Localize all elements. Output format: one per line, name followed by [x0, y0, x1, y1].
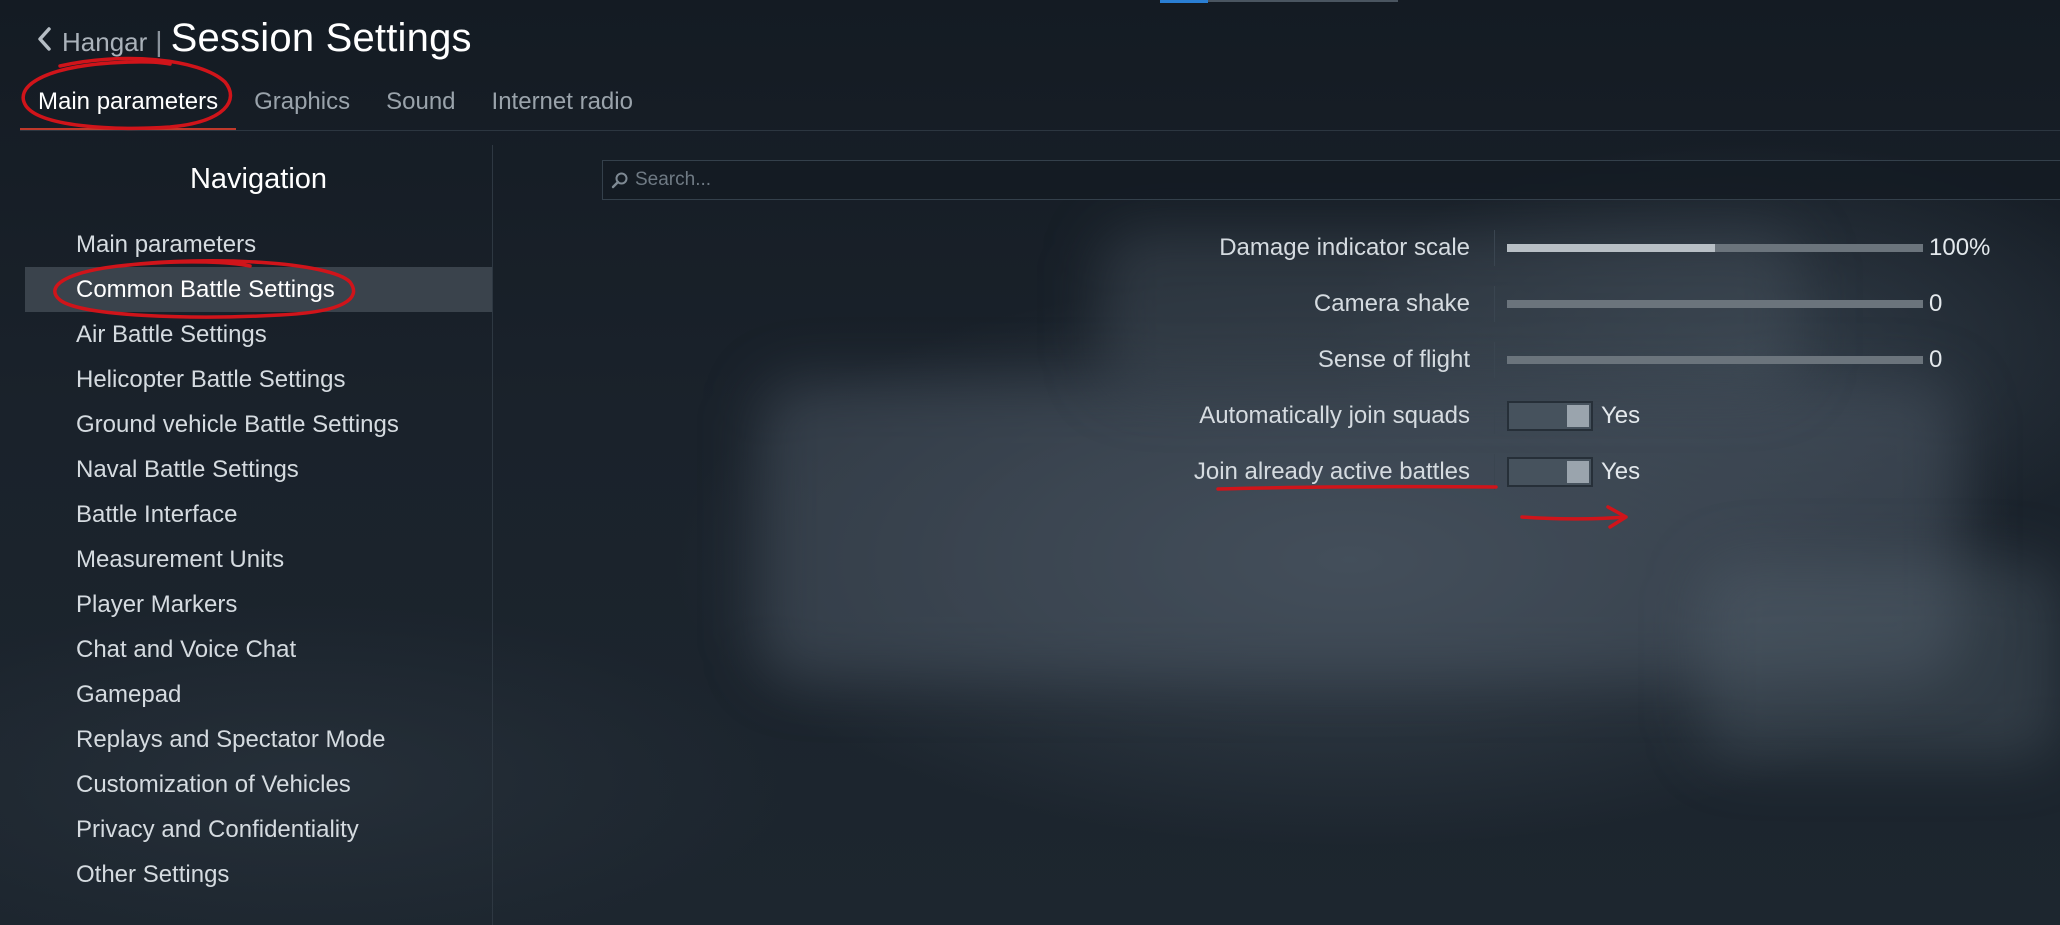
- setting-label: Damage indicator scale: [1219, 234, 1470, 261]
- header: Hangar | Session Settings: [34, 16, 472, 61]
- nav-item-customization-of-vehicles[interactable]: Customization of Vehicles: [25, 762, 492, 807]
- row-divider: [1494, 398, 1495, 434]
- row-divider: [1494, 230, 1495, 266]
- setting-row-camera-shake: Camera shake 0: [1000, 276, 2060, 332]
- nav-item-naval-battle-settings[interactable]: Naval Battle Settings: [25, 447, 492, 492]
- toggle-knob: [1567, 405, 1589, 427]
- nav-item-gamepad[interactable]: Gamepad: [25, 672, 492, 717]
- nav-item-ground-vehicle-battle-settings[interactable]: Ground vehicle Battle Settings: [25, 402, 492, 447]
- nav-item-battle-interface[interactable]: Battle Interface: [25, 492, 492, 537]
- header-separator: |: [155, 26, 163, 57]
- page-title: Session Settings: [170, 16, 472, 60]
- search-input[interactable]: [635, 169, 2035, 191]
- navigation-list: Main parameters Common Battle Settings A…: [25, 222, 492, 897]
- tab-sound[interactable]: Sound: [368, 80, 473, 129]
- setting-row-damage-indicator-scale: Damage indicator scale 100%: [1000, 220, 2060, 276]
- setting-label: Sense of flight: [1317, 346, 1470, 373]
- chevron-left-icon[interactable]: [34, 25, 56, 53]
- nav-item-common-battle-settings[interactable]: Common Battle Settings: [25, 267, 492, 312]
- tab-main-parameters[interactable]: Main parameters: [20, 80, 237, 130]
- annotation-arrow-to-toggle: [1520, 505, 1628, 529]
- settings-list: Damage indicator scale 100% Camera shake…: [1000, 220, 2060, 500]
- session-settings-screen: Hangar | Session Settings Main parameter…: [0, 0, 2060, 925]
- search-icon: [611, 172, 628, 189]
- setting-row-join-already-active-battles: Join already active battles Yes: [1000, 444, 2060, 500]
- top-progress-accent: [1160, 0, 1208, 3]
- automatically-join-squads-toggle[interactable]: [1507, 401, 1593, 431]
- nav-item-air-battle-settings[interactable]: Air Battle Settings: [25, 312, 492, 357]
- nav-item-main-parameters[interactable]: Main parameters: [25, 222, 492, 267]
- setting-row-automatically-join-squads: Automatically join squads Yes: [1000, 388, 2060, 444]
- damage-indicator-scale-slider[interactable]: [1507, 244, 1923, 252]
- nav-item-player-markers[interactable]: Player Markers: [25, 582, 492, 627]
- search-box: [602, 160, 2060, 200]
- setting-label: Automatically join squads: [1199, 402, 1470, 429]
- background-detail-shape: [1700, 560, 2060, 760]
- tab-graphics[interactable]: Graphics: [236, 80, 368, 129]
- tab-internet-radio[interactable]: Internet radio: [474, 80, 651, 129]
- nav-item-helicopter-battle-settings[interactable]: Helicopter Battle Settings: [25, 357, 492, 402]
- top-progress-track: [1208, 0, 1398, 2]
- row-divider: [1494, 454, 1495, 490]
- toggle-knob: [1567, 461, 1589, 483]
- sense-of-flight-slider[interactable]: [1507, 356, 1923, 364]
- nav-item-measurement-units[interactable]: Measurement Units: [25, 537, 492, 582]
- settings-tabs: Main parameters Graphics Sound Internet …: [20, 80, 2060, 131]
- navigation-title: Navigation: [189, 163, 328, 195]
- setting-label: Join already active battles: [1193, 458, 1470, 485]
- navigation-panel: Navigation Main parameters Common Battle…: [25, 145, 493, 925]
- toggle-value: Yes: [1601, 458, 1641, 485]
- row-divider: [1494, 286, 1495, 322]
- join-already-active-battles-toggle[interactable]: [1507, 457, 1593, 487]
- camera-shake-slider[interactable]: [1507, 300, 1923, 308]
- back-to-hangar-link[interactable]: Hangar: [62, 27, 147, 58]
- setting-row-sense-of-flight: Sense of flight 0: [1000, 332, 2060, 388]
- row-divider: [1494, 342, 1495, 378]
- nav-item-other-settings[interactable]: Other Settings: [25, 852, 492, 897]
- slider-value: 100%: [1929, 234, 1991, 261]
- nav-item-replays-and-spectator-mode[interactable]: Replays and Spectator Mode: [25, 717, 492, 762]
- slider-value: 0: [1929, 346, 1943, 373]
- setting-label: Camera shake: [1313, 290, 1470, 317]
- slider-value: 0: [1929, 290, 1943, 317]
- nav-item-privacy-and-confidentiality[interactable]: Privacy and Confidentiality: [25, 807, 492, 852]
- toggle-value: Yes: [1601, 402, 1641, 429]
- nav-item-chat-and-voice-chat[interactable]: Chat and Voice Chat: [25, 627, 492, 672]
- slider-fill: [1507, 244, 1715, 252]
